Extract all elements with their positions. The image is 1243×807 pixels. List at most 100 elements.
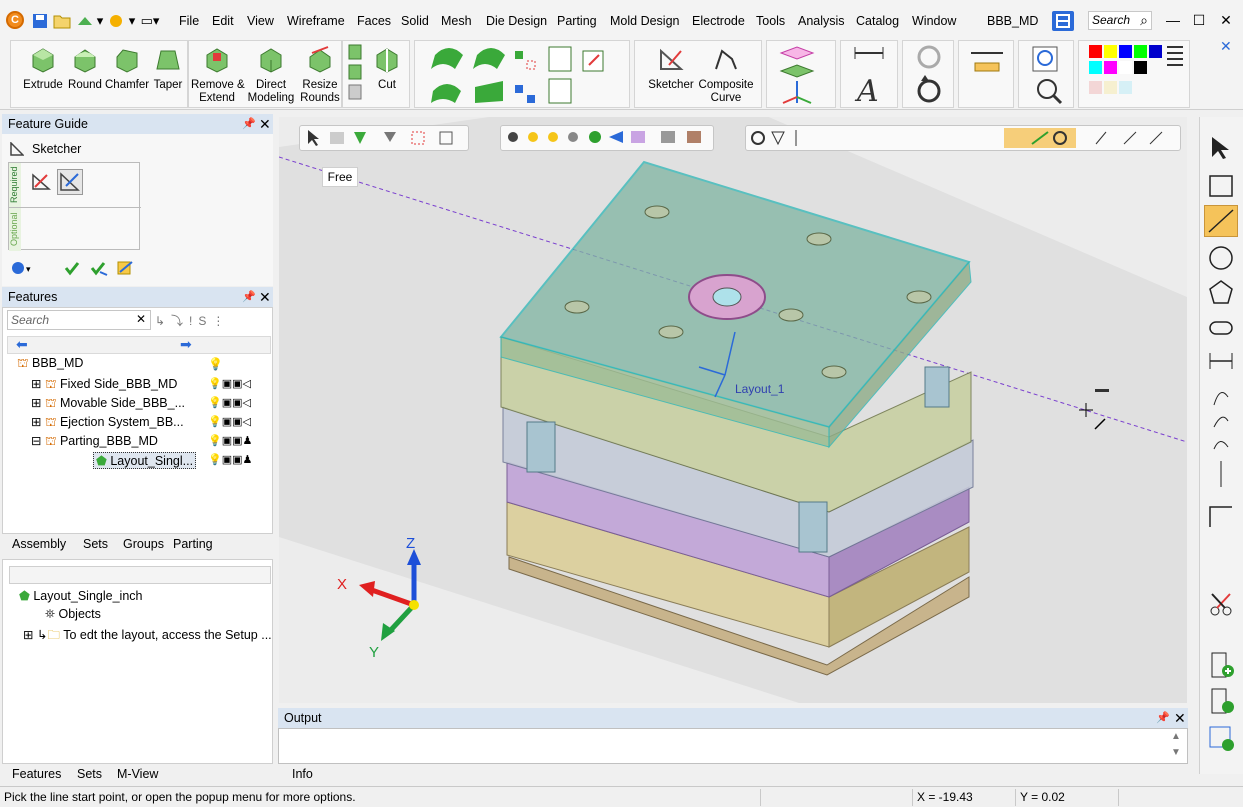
snap-toolbar[interactable] (745, 125, 1181, 151)
menu-mesh[interactable]: Mesh (441, 14, 472, 28)
remove-extend-button[interactable]: Remove & Extend (191, 45, 245, 105)
extrude-button[interactable]: Extrude (23, 45, 63, 92)
sketcher-guide-item[interactable]: Sketcher (10, 142, 81, 156)
menu-analysis[interactable]: Analysis (798, 14, 845, 28)
tab-sets-bottom[interactable]: Sets (77, 764, 102, 784)
menu-electrode[interactable]: Electrode (692, 14, 745, 28)
guide-options-icon[interactable]: ▾ (10, 260, 34, 279)
dimension-icon[interactable] (1208, 349, 1234, 376)
pin-icon[interactable]: 📌 (1156, 708, 1170, 728)
menu-solid[interactable]: Solid (401, 14, 429, 28)
menu-catalog[interactable]: Catalog (856, 14, 899, 28)
plane-tools-icons[interactable] (767, 41, 837, 107)
trim-icon[interactable] (1208, 503, 1234, 532)
search-icon[interactable]: ⌕ (1132, 10, 1156, 30)
properties-filter-bar[interactable] (9, 566, 271, 584)
layout-toggle-icon[interactable] (1052, 11, 1074, 31)
tab-sets[interactable]: Sets (83, 534, 108, 554)
apply-icon[interactable] (90, 260, 108, 279)
cut-button[interactable]: Cut (369, 45, 405, 92)
tab-m-view[interactable]: M-View (117, 764, 158, 784)
clear-search-icon[interactable]: ✕ (136, 312, 146, 326)
regenerate-icon[interactable] (903, 41, 955, 107)
undo-icon[interactable]: ▾ (74, 10, 104, 32)
scissors-icon[interactable] (1208, 591, 1234, 620)
menu-die-design[interactable]: Die Design (486, 14, 547, 28)
ok-check-icon[interactable] (64, 260, 80, 279)
menu-tools[interactable]: Tools (756, 14, 785, 28)
menu-file[interactable]: File (179, 14, 199, 28)
3d-viewport[interactable]: Z X Y Layout_1 Free (279, 117, 1187, 703)
composite-curve-button[interactable]: Composite Curve (697, 45, 755, 105)
add-body-icon[interactable] (1208, 687, 1236, 718)
visibility-bulb-icon[interactable]: 💡 (208, 357, 223, 371)
filter-icons[interactable]: ↳⤵!S⋮ (155, 312, 230, 329)
tab-info[interactable]: Info (292, 764, 313, 784)
maximize-button[interactable]: ☐ (1187, 10, 1211, 30)
open-folder-icon[interactable] (52, 10, 72, 32)
pin-icon[interactable]: 📌 (242, 114, 256, 134)
taper-button[interactable]: Taper (151, 45, 185, 92)
inspect-icon[interactable] (1019, 41, 1075, 107)
tree-item-movable-side[interactable]: ⊞ ⛫ Movable Side_BBB_... (31, 395, 185, 412)
edit-sketch-icon[interactable] (57, 169, 83, 195)
tree-item-fixed-side[interactable]: ⊞ ⛫ Fixed Side_BBB_MD (31, 376, 177, 393)
menu-view[interactable]: View (247, 14, 274, 28)
customize-quick-access-icon[interactable]: ▭▾ (138, 10, 162, 32)
cut-small-icons[interactable] (345, 43, 365, 107)
curve-tools-icons[interactable] (1210, 383, 1232, 493)
tab-features[interactable]: Features (12, 764, 61, 784)
tree-item-parting[interactable]: ⊟ ⛫ Parting_BBB_MD (31, 433, 158, 450)
add-sketch-icon[interactable] (1208, 725, 1236, 756)
tree-item-layout-selected[interactable]: ⬟ Layout_Singl... (93, 452, 197, 469)
select-arrow-icon[interactable] (1208, 135, 1232, 162)
tab-parting[interactable]: Parting (173, 534, 213, 554)
pin-icon[interactable]: 📌 (242, 287, 256, 307)
ribbon-close-icon[interactable]: ✕ (1220, 38, 1238, 55)
back-arrow-icon[interactable]: ⬅ (16, 336, 28, 353)
setup-note-item[interactable]: ⊞ ↳🗀 To edt the layout, access the Setup… (23, 626, 272, 647)
add-face-icon[interactable] (1208, 651, 1236, 682)
view-toolbar[interactable] (500, 125, 714, 151)
row-state-icons[interactable]: 💡▣▣◁ 💡▣▣◁ 💡▣▣◁ 💡▣▣♟ 💡▣▣♟ (208, 375, 252, 470)
sketcher-button[interactable]: Sketcher (645, 45, 697, 92)
round-button[interactable]: Round (65, 45, 105, 92)
measure-icon[interactable] (959, 41, 1015, 107)
resize-rounds-button[interactable]: Resize Rounds (297, 45, 343, 105)
menu-faces[interactable]: Faces (357, 14, 391, 28)
selection-toolbar[interactable] (299, 125, 469, 151)
tree-root[interactable]: ⛫ BBB_MD (17, 356, 83, 372)
close-button[interactable]: ✕ (1214, 10, 1238, 30)
exit-guide-icon[interactable] (116, 260, 134, 279)
faces-tools-icons[interactable] (415, 41, 631, 107)
menu-window[interactable]: Window (912, 14, 956, 28)
redo-icon[interactable]: ▾ (106, 10, 136, 32)
panel-close-icon[interactable]: ✕ (259, 287, 271, 307)
direct-modeling-button[interactable]: Direct Modeling (245, 45, 297, 105)
polygon-icon[interactable] (1208, 279, 1234, 308)
menu-parting[interactable]: Parting (557, 14, 597, 28)
output-text-area[interactable]: ▲ ▼ (278, 728, 1188, 764)
panel-close-icon[interactable]: ✕ (259, 114, 271, 134)
rectangle-icon[interactable] (1208, 173, 1234, 202)
chamfer-button[interactable]: Chamfer (105, 45, 149, 92)
delete-sketch-icon[interactable] (31, 171, 53, 193)
forward-arrow-icon[interactable]: ➡ (180, 336, 192, 353)
menu-wireframe[interactable]: Wireframe (287, 14, 345, 28)
minimize-button[interactable]: — (1161, 10, 1185, 30)
dimension-text-icons[interactable]: A (841, 41, 899, 109)
features-search-input[interactable]: Search ✕ (7, 310, 151, 330)
color-palette-icon[interactable] (1079, 41, 1191, 107)
app-logo[interactable]: C (6, 11, 24, 29)
line-tool-button[interactable] (1204, 205, 1238, 237)
save-icon[interactable] (30, 10, 50, 32)
output-scrollbar[interactable]: ▲ ▼ (1171, 729, 1185, 763)
tree-item-ejection-system[interactable]: ⊞ ⛫ Ejection System_BB... (31, 414, 184, 431)
panel-close-icon[interactable]: ✕ (1174, 708, 1186, 728)
circle-icon[interactable] (1208, 245, 1234, 274)
tab-groups[interactable]: Groups (123, 534, 164, 554)
tab-assembly[interactable]: Assembly (12, 534, 66, 554)
layout-root-item[interactable]: ⬟ Layout_Single_inch (19, 588, 142, 603)
menu-edit[interactable]: Edit (212, 14, 234, 28)
objects-item[interactable]: ⛯ Objects (45, 607, 101, 622)
